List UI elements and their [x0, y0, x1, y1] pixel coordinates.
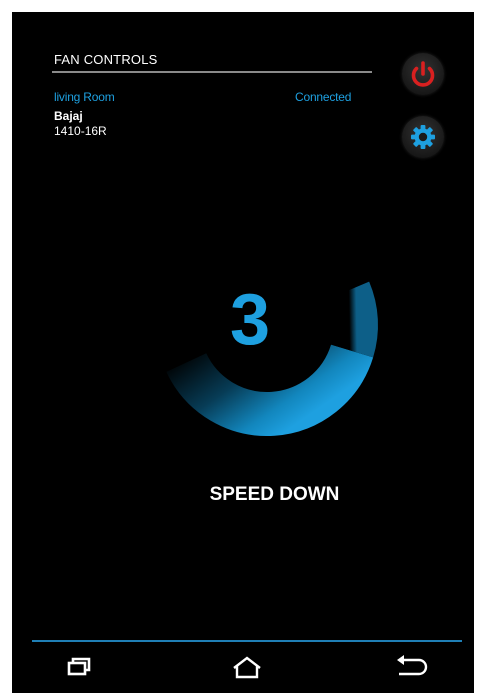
speed-value: 3: [229, 280, 271, 360]
nav-divider: [32, 640, 462, 642]
back-icon: [397, 655, 428, 676]
page-title: FAN CONTROLS: [54, 52, 158, 67]
device-brand: Bajaj: [54, 109, 83, 123]
speed-arc: [166, 343, 374, 436]
gear-icon: [411, 125, 435, 149]
connection-status: Connected: [295, 90, 352, 104]
home-icon: [233, 656, 261, 679]
speed-arc-fade: [328, 281, 378, 358]
app-screen: FAN CONTROLS living Room Connected Bajaj…: [12, 12, 474, 693]
home-button[interactable]: [225, 650, 269, 684]
speed-down-button[interactable]: SPEED DOWN: [162, 484, 387, 506]
back-button[interactable]: [389, 650, 433, 684]
header-divider: [52, 71, 372, 73]
recent-apps-icon: [67, 657, 91, 676]
room-name: living Room: [54, 90, 115, 104]
recent-apps-button[interactable]: [57, 650, 101, 684]
settings-button[interactable]: [402, 116, 444, 158]
power-icon: [411, 61, 435, 87]
power-button[interactable]: [402, 53, 444, 95]
device-model: 1410-16R: [54, 124, 107, 138]
